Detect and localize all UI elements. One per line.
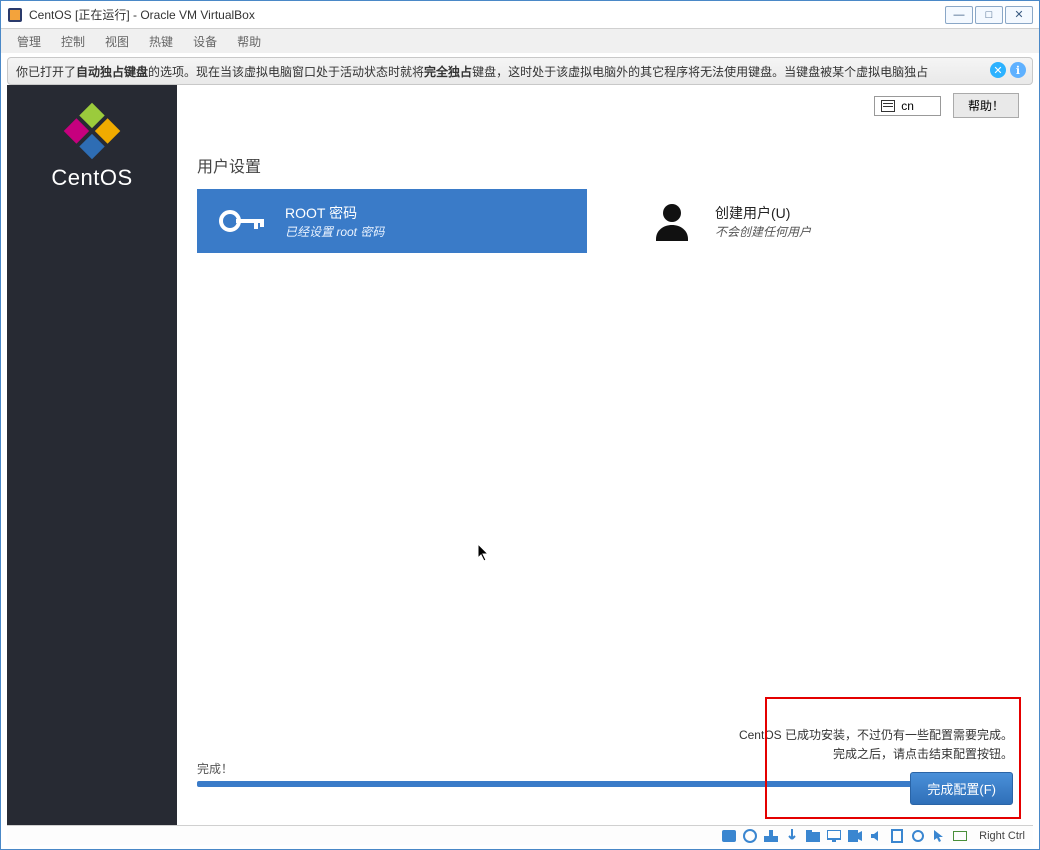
notif-bold1: 自动独占键盘 (76, 63, 148, 80)
config-cards: ROOT 密码 已经设置 root 密码 创 (197, 189, 1013, 253)
user-card-title: 创建用户(U) (715, 203, 811, 223)
user-icon (645, 199, 699, 243)
finish-line1: CentOS 已成功安装，不过仍有一些配置需要完成。 (739, 726, 1013, 743)
clipboard-icon[interactable] (889, 829, 904, 843)
installer-main: cn 帮助！ 用户设置 (177, 85, 1033, 825)
virtualbox-window: CentOS [正在运行] - Oracle VM VirtualBox ― □… (0, 0, 1040, 850)
centos-installer: CentOS cn 帮助！ 用户设置 (7, 85, 1033, 825)
recording-icon[interactable] (847, 829, 862, 843)
notif-info-icon[interactable]: ℹ (1010, 62, 1026, 78)
root-card-subtitle: 已经设置 root 密码 (285, 223, 384, 240)
host-key-label: Right Ctrl (979, 830, 1025, 842)
menu-control[interactable]: 控制 (51, 30, 95, 53)
virtualbox-statusbar: Right Ctrl (7, 825, 1033, 845)
network-icon[interactable] (763, 829, 778, 843)
mouse-integration-icon[interactable] (931, 829, 946, 843)
window-controls: ― □ ✕ (945, 6, 1033, 24)
virtualbox-icon (7, 7, 23, 23)
maximize-button[interactable]: □ (975, 6, 1003, 24)
mouse-cursor-icon (477, 543, 491, 563)
finish-block: CentOS 已成功安装，不过仍有一些配置需要完成。 完成之后，请点击结束配置按… (739, 726, 1013, 805)
user-card-subtitle: 不会创建任何用户 (715, 223, 811, 240)
notif-suffix: 键盘，这时处于该虚拟电脑外的其它程序将无法使用键盘。当键盘被某个虚拟电脑独占 (472, 63, 928, 80)
menu-devices[interactable]: 设备 (183, 30, 227, 53)
window-title: CentOS [正在运行] - Oracle VM VirtualBox (29, 6, 945, 23)
keyboard-capture-icon[interactable] (952, 829, 967, 843)
notif-prefix: 你已打开了 (16, 63, 76, 80)
vm-display[interactable]: CentOS cn 帮助！ 用户设置 (7, 85, 1033, 845)
notif-dismiss-icon[interactable]: ✕ (990, 62, 1006, 78)
section-title: 用户设置 (197, 153, 261, 177)
keyboard-layout-label: cn (901, 99, 914, 113)
minimize-button[interactable]: ― (945, 6, 973, 24)
optical-icon[interactable] (742, 829, 757, 843)
create-user-card[interactable]: 创建用户(U) 不会创建任何用户 (627, 189, 829, 253)
keyboard-icon (881, 100, 895, 112)
finish-configuration-button[interactable]: 完成配置(F) (910, 772, 1013, 805)
menubar: 管理 控制 视图 热键 设备 帮助 (1, 29, 1039, 53)
installer-sidebar: CentOS (7, 85, 177, 825)
usb-icon[interactable] (784, 829, 799, 843)
root-password-card[interactable]: ROOT 密码 已经设置 root 密码 (197, 189, 587, 253)
root-card-title: ROOT 密码 (285, 203, 384, 223)
keyboard-layout-indicator[interactable]: cn (874, 96, 941, 116)
close-button[interactable]: ✕ (1005, 6, 1033, 24)
shared-folders-icon[interactable] (805, 829, 820, 843)
key-icon (215, 206, 269, 236)
hdd-icon[interactable] (721, 829, 736, 843)
installer-topbar: cn 帮助！ (874, 93, 1019, 118)
menu-help[interactable]: 帮助 (227, 30, 271, 53)
notif-bold2: 完全独占 (424, 63, 472, 80)
centos-logo-icon (60, 99, 124, 163)
notif-mid: 的选项。现在当该虚拟电脑窗口处于活动状态时就将 (148, 63, 424, 80)
menu-hotkeys[interactable]: 热键 (139, 30, 183, 53)
titlebar: CentOS [正在运行] - Oracle VM VirtualBox ― □… (1, 1, 1039, 29)
keyboard-capture-notification: 你已打开了 自动独占键盘 的选项。现在当该虚拟电脑窗口处于活动状态时就将 完全独… (7, 57, 1033, 85)
menu-manage[interactable]: 管理 (7, 30, 51, 53)
centos-brand: CentOS (51, 165, 132, 191)
dragdrop-icon[interactable] (910, 829, 925, 843)
menu-view[interactable]: 视图 (95, 30, 139, 53)
display-icon[interactable] (826, 829, 841, 843)
finish-line2: 完成之后，请点击结束配置按钮。 (739, 745, 1013, 762)
audio-icon[interactable] (868, 829, 883, 843)
help-button[interactable]: 帮助！ (953, 93, 1019, 118)
